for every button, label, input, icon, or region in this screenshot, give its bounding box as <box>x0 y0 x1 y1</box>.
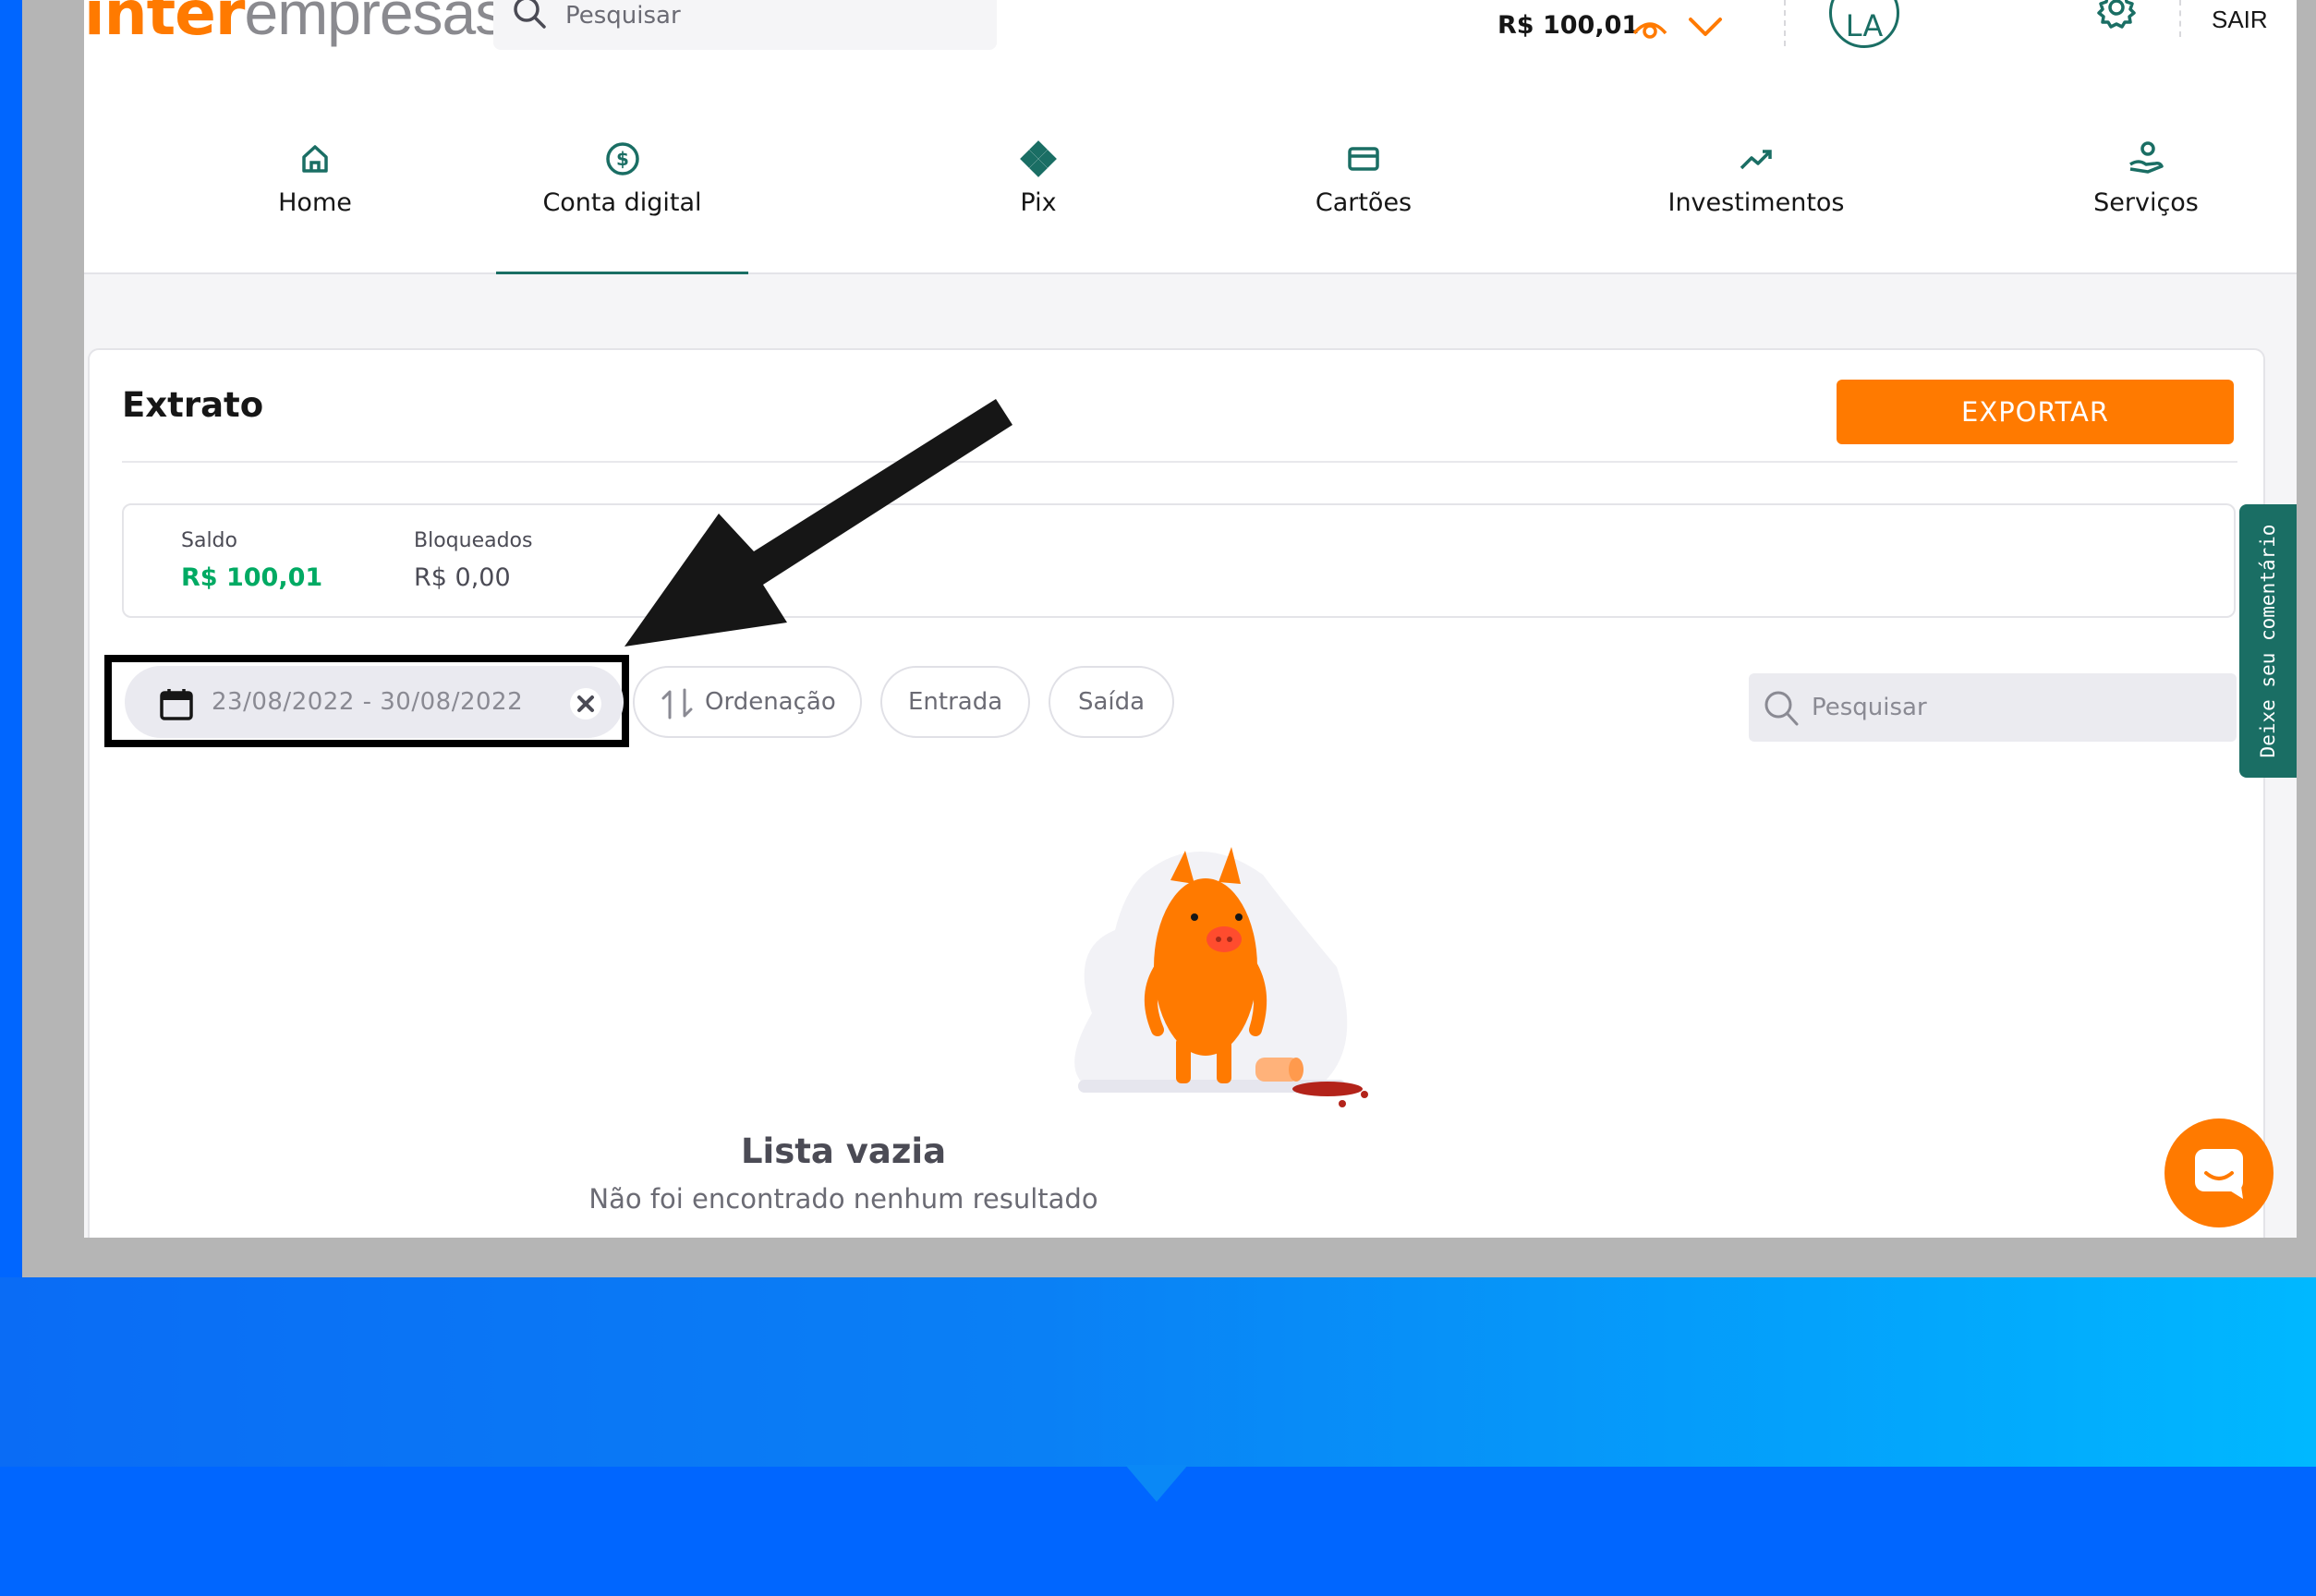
search-icon <box>514 0 546 29</box>
avatar[interactable]: LA <box>1829 0 1899 48</box>
nav-item-label: Home <box>278 188 352 217</box>
logo-empresas-text: empresas <box>244 0 505 47</box>
entrada-filter[interactable]: Entrada <box>880 666 1030 738</box>
home-icon <box>302 145 328 173</box>
entrada-label: Entrada <box>908 688 1003 716</box>
saida-filter[interactable]: Saída <box>1049 666 1174 738</box>
bloqueados-value: R$ 0,00 <box>414 563 511 592</box>
eye-icon[interactable] <box>1631 13 1668 39</box>
empty-state: Lista vazia Não foi encontrado nenhum re… <box>90 838 2267 1238</box>
pix-icon <box>1020 140 1057 177</box>
extrato-search[interactable]: Pesquisar <box>1749 673 2237 742</box>
feedback-tab[interactable]: Deixe seu comentário <box>2239 504 2297 778</box>
date-range-text: 23/08/2022 - 30/08/2022 <box>212 688 524 716</box>
header-separator <box>2179 0 2181 37</box>
calendar-icon <box>160 689 193 720</box>
nav-item-label: Conta digital <box>542 188 702 217</box>
background-gradient <box>0 1277 2316 1467</box>
header-balance: R$ 100,01 <box>1498 11 1640 40</box>
clear-icon[interactable] <box>568 686 603 721</box>
date-range-filter[interactable]: 23/08/2022 - 30/08/2022 <box>125 666 624 738</box>
feedback-label: Deixe seu comentário <box>2257 524 2279 758</box>
bloqueados-label: Bloqueados <box>414 529 533 552</box>
logout-button[interactable]: SAIR <box>2212 6 2268 34</box>
screenshot-frame: interempresas Pesquisar R$ 100,01 LA SAI… <box>22 0 2316 1277</box>
empty-pig-illustration <box>1074 847 1368 1107</box>
empty-subtitle: Não foi encontrado nenhum resultado <box>588 1183 1098 1215</box>
saldo-value: R$ 100,01 <box>181 563 323 592</box>
svg-text:$: $ <box>616 148 629 170</box>
chevron-down-icon[interactable] <box>1687 15 1724 39</box>
nav-item-label: Cartões <box>1315 188 1413 217</box>
export-button[interactable]: EXPORTAR <box>1837 380 2234 444</box>
extrato-card: Extrato EXPORTAR Saldo R$ 100,01 Bloquea… <box>88 348 2265 1238</box>
nav-item-investimentos[interactable]: Investimentos <box>1645 129 1867 274</box>
saldo-label: Saldo <box>181 529 237 552</box>
logo-inter-text: inter <box>84 0 245 49</box>
header: interempresas Pesquisar R$ 100,01 LA SAI… <box>84 0 2297 274</box>
search-icon <box>1764 691 1799 726</box>
saldo-block: Saldo R$ 100,01 <box>181 529 322 592</box>
chat-icon <box>2195 1149 2243 1199</box>
saida-label: Saída <box>1078 688 1146 716</box>
hand-coin-icon <box>2129 141 2164 174</box>
background-notch <box>1125 1465 1188 1502</box>
divider <box>122 461 2237 463</box>
filter-bar: 23/08/2022 - 30/08/2022 Ordenação Entrad… <box>90 655 2267 747</box>
chat-button[interactable] <box>2164 1118 2274 1227</box>
nav-item-home[interactable]: Home <box>223 129 407 274</box>
header-separator <box>1784 0 1786 46</box>
sort-icon <box>661 688 693 719</box>
bloqueados-block: Bloqueados R$ 0,00 <box>414 529 532 592</box>
sort-label: Ordenação <box>705 688 836 716</box>
nav-item-pix[interactable]: Pix <box>946 129 1131 274</box>
dollar-circle-icon: $ <box>605 142 639 175</box>
app-window: interempresas Pesquisar R$ 100,01 LA SAI… <box>84 0 2297 1238</box>
inter-empresas-logo[interactable]: interempresas <box>84 0 505 51</box>
nav-item-label: Pix <box>1020 188 1057 217</box>
extrato-search-placeholder: Pesquisar <box>1812 694 1927 721</box>
page-title: Extrato <box>122 385 264 425</box>
sort-filter[interactable]: Ordenação <box>633 666 862 738</box>
header-search[interactable]: Pesquisar <box>493 0 997 50</box>
balance-summary: Saldo R$ 100,01 Bloqueados R$ 0,00 <box>122 503 2236 618</box>
trending-up-icon <box>1740 150 1772 170</box>
nav-item-servicos[interactable]: Serviços <box>2044 129 2248 274</box>
nav-item-label: Investimentos <box>1667 188 1845 217</box>
main-nav: Home $ Conta digital Pix Cartões Investi… <box>84 129 2297 274</box>
gear-icon[interactable] <box>2095 0 2138 31</box>
card-icon <box>1348 147 1379 171</box>
header-search-placeholder: Pesquisar <box>565 2 681 30</box>
nav-item-conta-digital[interactable]: $ Conta digital <box>496 129 748 274</box>
nav-item-label: Serviços <box>2093 188 2199 217</box>
nav-item-cartoes[interactable]: Cartões <box>1271 129 1456 274</box>
empty-title: Lista vazia <box>740 1131 947 1171</box>
